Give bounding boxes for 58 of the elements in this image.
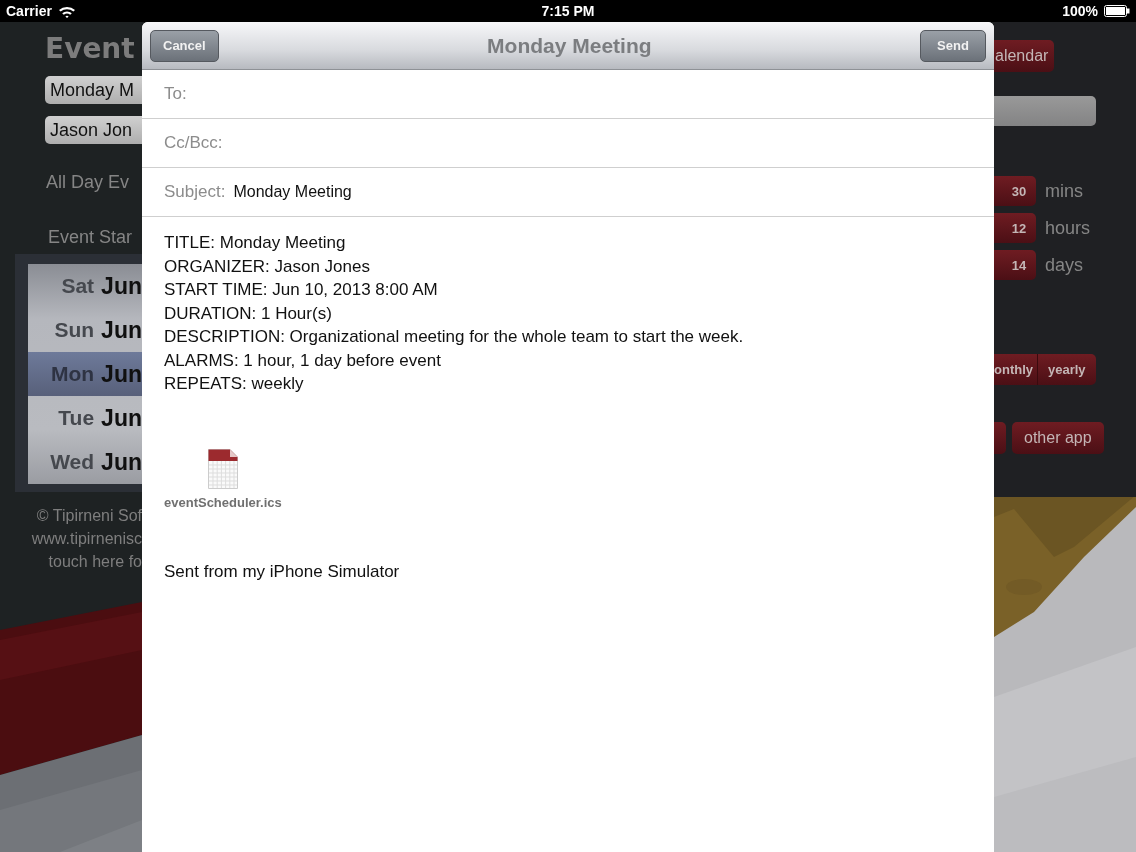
field-label: To: bbox=[164, 84, 187, 104]
footer-text[interactable]: touch here fo bbox=[48, 552, 142, 571]
app-logo: Event bbox=[45, 32, 136, 66]
message-text: START TIME: Jun 10, 2013 8:00 AM bbox=[164, 279, 438, 301]
picker-month: Jun bbox=[101, 360, 142, 388]
picker-month: Jun bbox=[101, 316, 142, 344]
picker-month: Jun bbox=[101, 272, 142, 300]
field-label: Event Star bbox=[48, 226, 134, 248]
picker-row[interactable]: Mon Jun bbox=[28, 352, 142, 396]
unit-label: days bbox=[1045, 254, 1084, 276]
battery-icon bbox=[1104, 5, 1130, 17]
message-text: REPEATS: weekly bbox=[164, 373, 304, 395]
picker-day: Tue bbox=[58, 406, 95, 430]
unit-label: hours bbox=[1045, 217, 1091, 239]
sheet-title: Monday Meeting bbox=[487, 33, 652, 58]
calendar-button[interactable]: alendar bbox=[994, 40, 1055, 72]
picker-row[interactable]: Sun Jun bbox=[28, 308, 142, 352]
field-label: Subject: bbox=[164, 182, 226, 202]
message-text: ORGANIZER: Jason Jones bbox=[164, 255, 370, 278]
unit-label: mins bbox=[1045, 180, 1083, 202]
message-text: DESCRIPTION: Organizational meeting for the whole team to start the week. bbox=[164, 326, 744, 348]
text-field[interactable]: Jason Jon bbox=[45, 116, 142, 144]
copyright-text: © Tipirneni Sof bbox=[36, 506, 142, 525]
picker-day: Wed bbox=[50, 450, 95, 474]
date-picker[interactable]: Sat Jun Sun Jun Mon Jun Tue Jun Wed Jun bbox=[15, 254, 142, 492]
battery-percent: 100% bbox=[1062, 3, 1098, 19]
picker-month: Jun bbox=[101, 448, 142, 476]
picker-day: Mon bbox=[50, 362, 95, 386]
stepper-button[interactable]: 14 bbox=[994, 250, 1036, 280]
other-app-button[interactable]: other app bbox=[1012, 422, 1104, 454]
header-field[interactable]: Subject: Monday Meeting bbox=[142, 168, 994, 217]
stepper-button[interactable]: 12 bbox=[994, 213, 1036, 243]
message-text: DURATION: 1 Hour(s) bbox=[164, 302, 332, 325]
text-field[interactable] bbox=[994, 96, 1096, 126]
attachment-name[interactable]: eventScheduler.ics bbox=[164, 494, 282, 510]
picker-row[interactable]: Tue Jun bbox=[28, 396, 142, 440]
field-label: Cc/Bcc: bbox=[164, 133, 223, 153]
picker-day: Sun bbox=[54, 318, 95, 342]
picker-row[interactable]: Wed Jun bbox=[28, 440, 142, 484]
header-field[interactable]: Cc/Bcc: bbox=[142, 119, 994, 168]
signature-text: Sent from my iPhone Simulator bbox=[164, 561, 400, 582]
website-link[interactable]: www.tipirnenisc bbox=[31, 529, 142, 548]
picker-month: Jun bbox=[101, 404, 142, 432]
stepper-button[interactable]: 30 bbox=[994, 176, 1036, 206]
picker-day: Sat bbox=[61, 274, 95, 298]
field-value: Monday Meeting bbox=[233, 183, 352, 201]
calendar-file-icon bbox=[207, 448, 238, 489]
segment-button[interactable]: yearly bbox=[1037, 354, 1096, 385]
picker-row[interactable]: Sat Jun bbox=[28, 264, 142, 308]
wifi-icon bbox=[57, 4, 76, 18]
button-edge[interactable] bbox=[994, 422, 1006, 454]
message-text: ALARMS: 1 hour, 1 day before event bbox=[164, 349, 441, 372]
text-field[interactable]: Monday M bbox=[45, 76, 142, 104]
field-label: All Day Ev bbox=[46, 171, 131, 193]
carrier-label: Carrier bbox=[6, 3, 52, 19]
message-text: TITLE: Monday Meeting bbox=[164, 232, 346, 254]
clock: 7:15 PM bbox=[541, 3, 595, 19]
segment-button[interactable]: onthly bbox=[994, 354, 1037, 385]
